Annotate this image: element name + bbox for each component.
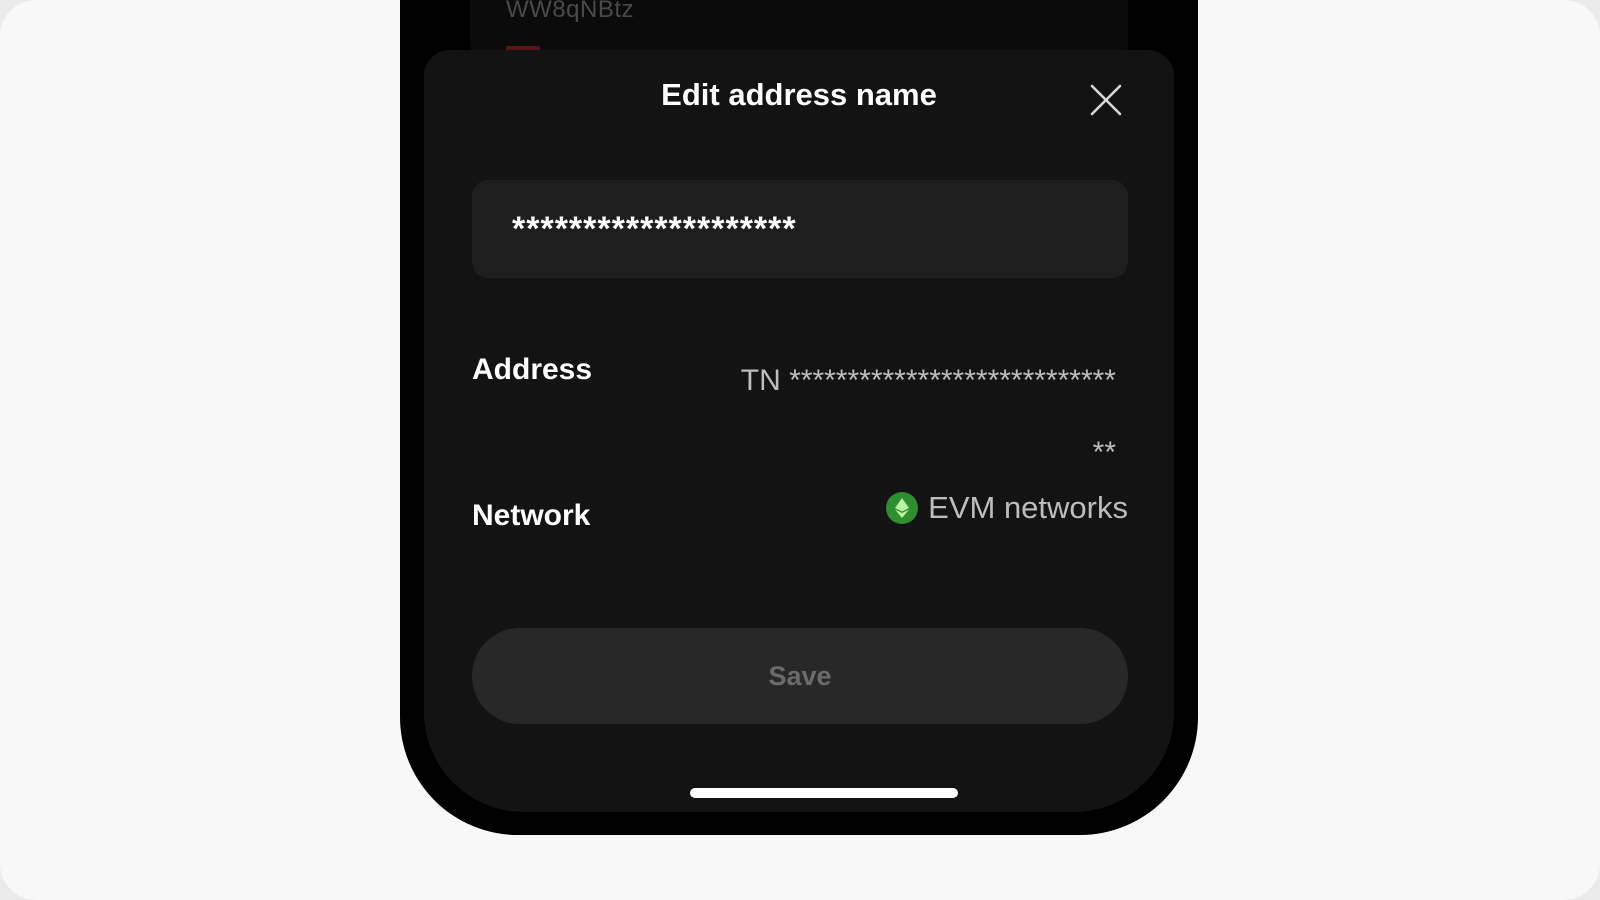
network-label: Network (472, 499, 591, 532)
save-button[interactable]: Save (472, 628, 1128, 724)
close-icon (1090, 84, 1122, 116)
screenshot-canvas: WW8qNBtz Edit address name *************… (0, 0, 1600, 900)
sheet-title: Edit address name (661, 77, 937, 112)
address-label: Address (472, 353, 593, 386)
close-button[interactable] (1087, 81, 1125, 119)
background-address-text: WW8qNBtz (506, 0, 635, 23)
address-value: TN ****************************** (740, 364, 1116, 469)
network-value: EVM networks (886, 490, 1128, 526)
network-name: EVM networks (928, 490, 1128, 525)
home-indicator (690, 788, 958, 798)
edit-address-sheet: Edit address name ******************** A… (424, 50, 1174, 812)
phone-frame: WW8qNBtz Edit address name *************… (400, 0, 1198, 835)
ethereum-icon (886, 492, 919, 524)
address-name-input[interactable]: ******************** (472, 180, 1128, 278)
